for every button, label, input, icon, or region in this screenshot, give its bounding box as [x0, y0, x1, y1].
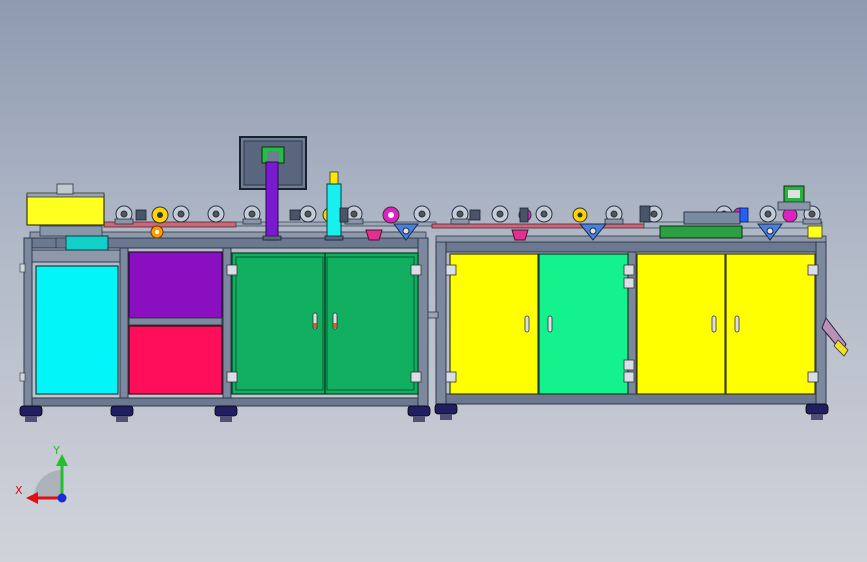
crimson-panel: [128, 325, 223, 395]
door-handle[interactable]: [524, 315, 530, 333]
motor-unit: [55, 235, 109, 251]
right-mechanism: [659, 185, 823, 239]
door-handle[interactable]: [711, 315, 717, 333]
cyan-panel: [35, 265, 119, 395]
panel-divider: [128, 317, 223, 326]
cyan-cylinder: [324, 171, 344, 241]
door-handle[interactable]: [547, 315, 553, 333]
machine-drawing: Y X: [15, 136, 849, 504]
z-axis-origin: [57, 493, 67, 503]
drive-gear: [150, 225, 164, 239]
axis-triad: Y X: [15, 444, 68, 504]
yellow-feeder-box: [26, 183, 105, 237]
purple-panel: [128, 251, 223, 319]
x-axis-arrow: [26, 492, 38, 504]
cad-viewport[interactable]: Y X: [0, 0, 867, 562]
right-yellow-doors-a: [449, 253, 629, 395]
door-handle[interactable]: [734, 315, 740, 333]
y-axis-label: Y: [52, 444, 60, 457]
right-yellow-doors-b: [636, 253, 816, 395]
door-handle[interactable]: [332, 312, 338, 330]
door-handle[interactable]: [312, 312, 318, 330]
machine-feet: [19, 403, 829, 422]
monitor-stand: [262, 161, 282, 241]
x-axis-label: X: [15, 484, 23, 497]
left-green-doors: [231, 252, 419, 395]
